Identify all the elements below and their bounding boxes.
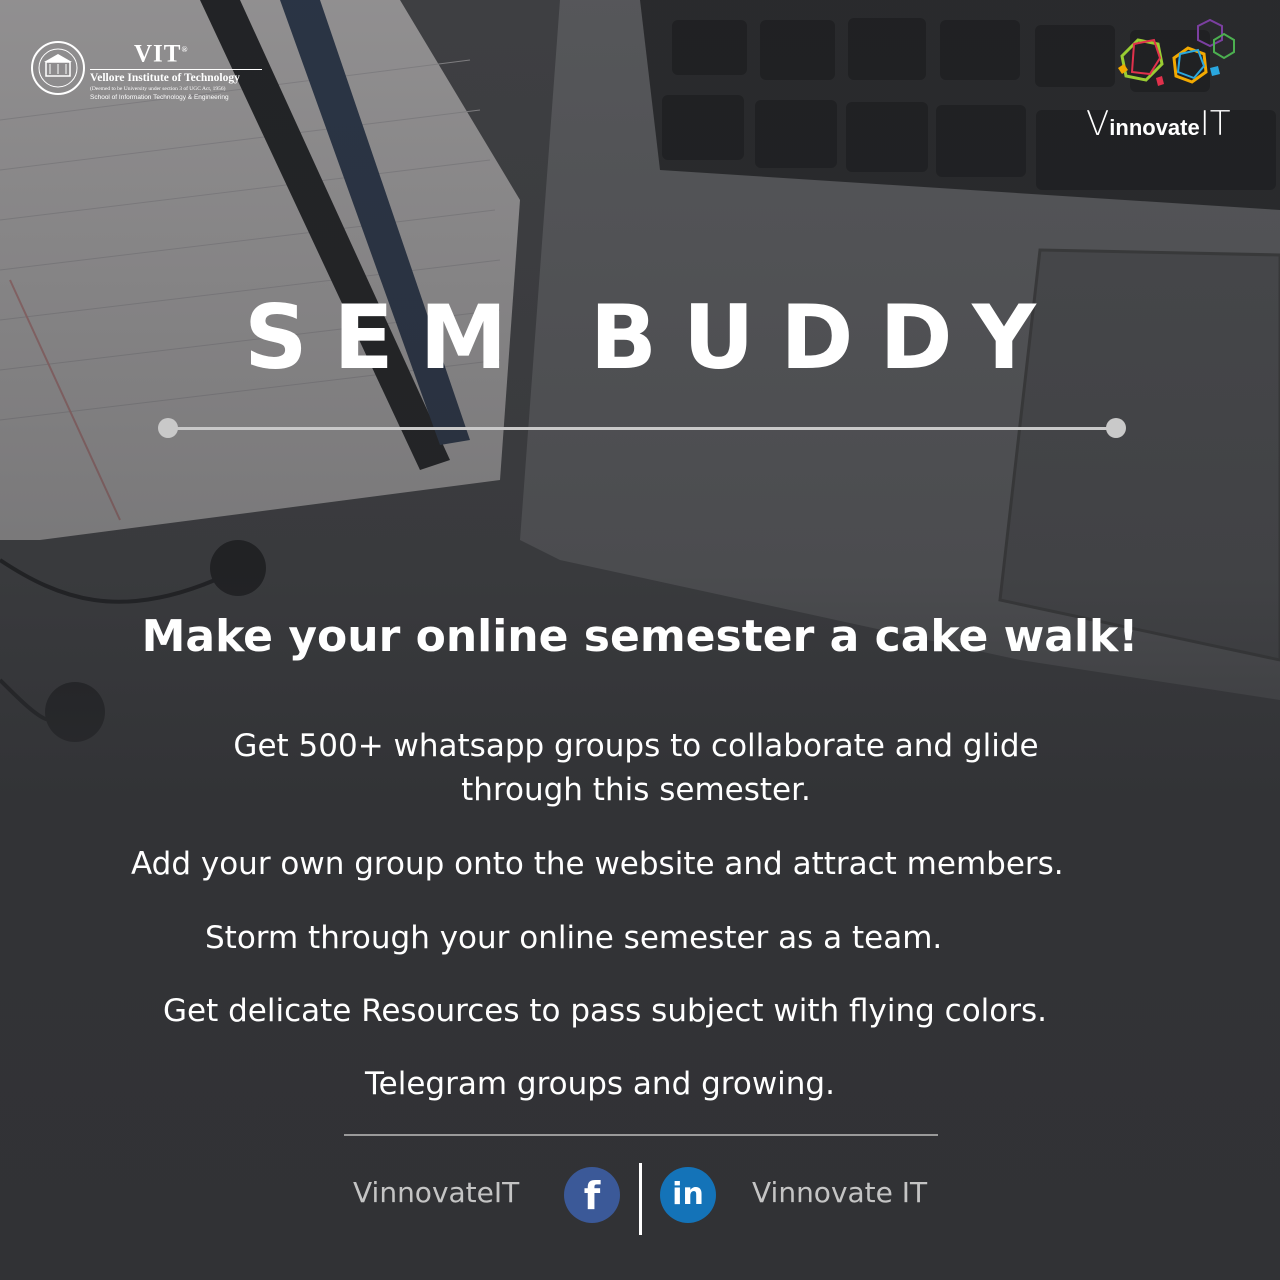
footer-linkedin-handle: Vinnovate IT [752,1176,928,1209]
linkedin-icon[interactable]: in [660,1167,716,1223]
footer-divider [344,1134,938,1136]
feature-telegram: Telegram groups and growing. [365,1066,835,1102]
vit-seal-icon [31,41,85,95]
vit-full-name: Vellore Institute of Technology [90,72,240,85]
vit-logo: VIT® Vellore Institute of Technology (De… [30,36,262,106]
page-title: SEM BUDDY [244,286,1062,389]
divider-dot-right [1106,418,1126,438]
divider-dot-left [158,418,178,438]
title-divider [168,427,1116,430]
vinnovateit-wordmark: VinnovateIT [1086,104,1231,144]
feature-line: through this semester. [461,772,811,808]
footer-facebook-handle: VinnovateIT [353,1176,520,1209]
feature-resources: Get delicate Resources to pass subject w… [163,993,1048,1029]
vit-deemed-text: (Deemed to be University under section 3… [90,86,226,93]
vit-school-text: School of Information Technology & Engin… [90,94,229,102]
vinnovateit-logo: VinnovateIT [1086,18,1256,144]
feature-add-group: Add your own group onto the website and … [131,846,1064,882]
vinnovateit-mark-icon [1118,18,1235,86]
feature-team: Storm through your online semester as a … [205,920,943,956]
vit-name: VIT® [134,40,189,68]
facebook-icon[interactable]: f [564,1167,620,1223]
footer-separator [639,1163,642,1235]
feature-whatsapp-groups: Get 500+ whatsapp groups to collaborate … [0,724,1272,812]
feature-line: Get 500+ whatsapp groups to collaborate … [233,728,1039,764]
vit-rule [90,69,262,71]
tagline: Make your online semester a cake walk! [141,611,1139,662]
